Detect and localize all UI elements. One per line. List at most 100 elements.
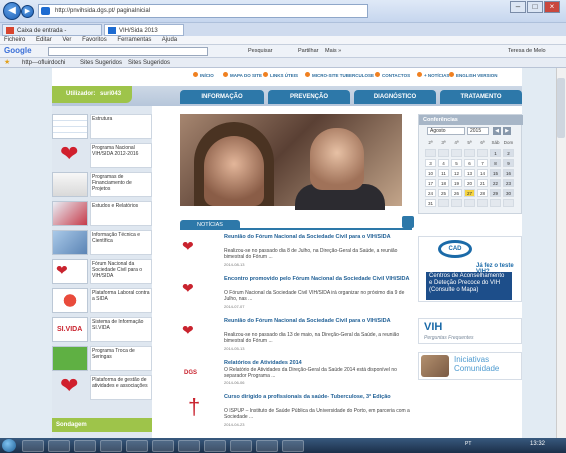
back-icon[interactable]: ◀: [3, 2, 21, 20]
taskbar-app-icon[interactable]: [178, 440, 200, 452]
calendar-day[interactable]: 31: [425, 199, 436, 207]
mais-button[interactable]: Mais »: [325, 48, 341, 54]
fav-link[interactable]: Sites Sugeridos: [128, 58, 170, 68]
link-mapa[interactable]: MAPA DO SITE: [222, 72, 262, 78]
left-item-troca-seringas[interactable]: Programa Troca de Seringas: [52, 346, 152, 371]
calendar-day[interactable]: 8: [490, 159, 501, 167]
month-select[interactable]: Agosto: [427, 127, 465, 135]
partilhar-button[interactable]: Partilhar: [298, 48, 318, 54]
calendar-day[interactable]: 21: [477, 179, 488, 187]
news-tab[interactable]: NOTÍCIAS: [180, 220, 240, 230]
fav-link[interactable]: Sites Sugeridos: [80, 58, 122, 68]
calendar-next-icon[interactable]: ▶: [503, 127, 511, 135]
left-item-financiamento[interactable]: Programas de Financiamento de Projetos: [52, 172, 152, 197]
year-select[interactable]: 2015: [467, 127, 489, 135]
calendar-day[interactable]: 29: [490, 189, 501, 197]
start-button-icon[interactable]: [2, 439, 16, 452]
news-title[interactable]: Reunião do Fórum Nacional da Sociedade C…: [224, 318, 416, 325]
calendar-day[interactable]: 7: [477, 159, 488, 167]
maximize-icon[interactable]: □: [527, 1, 543, 13]
calendar-day[interactable]: 27: [464, 189, 475, 197]
menu-item-ficheiro[interactable]: Ficheiro: [4, 37, 25, 43]
calendar-day[interactable]: 26: [451, 189, 462, 197]
calendar-day[interactable]: 25: [438, 189, 449, 197]
news-item[interactable]: ❤ Reunião do Fórum Nacional da Sociedade…: [180, 318, 416, 358]
tab-vih-sida[interactable]: VIH/Sida 2013: [104, 24, 184, 36]
link-tuberculose[interactable]: MICRO-SITE TUBERCULOSE: [304, 72, 374, 78]
left-item-sivida[interactable]: SI.VIDA Sistema de Informação SI.VIDA: [52, 317, 152, 342]
calendar-day[interactable]: 17: [425, 179, 436, 187]
cad-link[interactable]: Centros de Aconselhamento e Deteção Prec…: [426, 272, 512, 300]
taskbar-app-icon[interactable]: [126, 440, 148, 452]
calendar-day[interactable]: 12: [451, 169, 462, 177]
menu-item-favoritos[interactable]: Favoritos: [82, 37, 107, 43]
calendar-day[interactable]: 13: [464, 169, 475, 177]
nav-informacao[interactable]: INFORMAÇÃO: [180, 90, 264, 104]
taskbar-app-icon[interactable]: [152, 440, 174, 452]
forward-icon[interactable]: ▶: [21, 5, 34, 18]
favorites-star-icon[interactable]: ★: [4, 58, 10, 68]
scrollbar-thumb[interactable]: [557, 78, 565, 138]
calendar-day[interactable]: 23: [503, 179, 514, 187]
calendar-day[interactable]: 9: [503, 159, 514, 167]
google-user[interactable]: Teresa de Melo: [508, 48, 546, 54]
calendar-day[interactable]: 6: [464, 159, 475, 167]
calendar-day[interactable]: 11: [438, 169, 449, 177]
left-item-programa-nacional[interactable]: ❤ Programa Nacional VIH/SIDA 2012-2016: [52, 141, 152, 168]
tab-mail[interactable]: Caixa de entrada - teresa.melo...: [2, 24, 102, 46]
news-title[interactable]: Encontro promovido pelo Fórum Nacional d…: [224, 276, 416, 283]
left-item-estudos[interactable]: Estudos e Relatórios: [52, 201, 152, 226]
news-title[interactable]: Relatórios de Atividades 2014: [224, 360, 416, 367]
taskbar-app-icon[interactable]: [282, 440, 304, 452]
left-item-plataforma-laboral[interactable]: Plataforma Laboral contra a SIDA: [52, 288, 152, 313]
taskbar-app-icon[interactable]: [230, 440, 252, 452]
left-item-informacao-tecnica[interactable]: Informação Técnica e Científica: [52, 230, 152, 255]
fav-link[interactable]: http---ofluirdochi: [22, 58, 65, 68]
left-item-forum[interactable]: ❤ Fórum Nacional da Sociedade Civil para…: [52, 259, 152, 284]
calendar-day[interactable]: 24: [425, 189, 436, 197]
news-item[interactable]: ❤ Encontro promovido pelo Fórum Nacional…: [180, 276, 416, 316]
calendar-day[interactable]: 3: [425, 159, 436, 167]
calendar-day[interactable]: 2: [503, 149, 514, 157]
left-item-plataforma-gestao[interactable]: ❤ Plataforma de gestão de atividades e a…: [52, 373, 152, 400]
calendar-day[interactable]: 5: [451, 159, 462, 167]
taskbar-explorer-icon[interactable]: [48, 440, 70, 452]
menu-item-ferramentas[interactable]: Ferramentas: [117, 37, 151, 43]
calendar-prev-icon[interactable]: ◀: [493, 127, 501, 135]
minimize-icon[interactable]: –: [510, 1, 526, 13]
close-icon[interactable]: ×: [544, 1, 560, 13]
news-title[interactable]: Reunião do Fórum Nacional da Sociedade C…: [224, 234, 416, 241]
nav-diagnostico[interactable]: DIAGNÓSTICO: [354, 90, 436, 104]
calendar-day[interactable]: 16: [503, 169, 514, 177]
news-rss-icon[interactable]: [402, 216, 414, 228]
calendar-day[interactable]: 28: [477, 189, 488, 197]
calendar-day[interactable]: 10: [425, 169, 436, 177]
menu-item-editar[interactable]: Editar: [36, 37, 52, 43]
left-item-estrutura[interactable]: Estrutura: [52, 114, 152, 139]
nav-prevencao[interactable]: PREVENÇÃO: [268, 90, 350, 104]
taskbar-media-icon[interactable]: [74, 440, 96, 452]
news-item[interactable]: ❤ Reunião do Fórum Nacional da Sociedade…: [180, 234, 416, 274]
taskbar-app-icon[interactable]: [204, 440, 226, 452]
menu-item-ajuda[interactable]: Ajuda: [162, 37, 177, 43]
news-item[interactable]: † Curso dirigido a profissionais da saúd…: [180, 394, 416, 434]
link-links[interactable]: LINKS ÚTEIS: [262, 72, 298, 78]
taskbar-app-icon[interactable]: [100, 440, 122, 452]
taskbar-ie-icon[interactable]: [22, 440, 44, 452]
calendar-day[interactable]: 15: [490, 169, 501, 177]
clock[interactable]: 13:32: [530, 441, 545, 447]
link-inicio[interactable]: INÍCIO: [193, 72, 214, 78]
calendar-day[interactable]: 22: [490, 179, 501, 187]
calendar-day[interactable]: 18: [438, 179, 449, 187]
pesquisar-button[interactable]: Pesquisar: [248, 48, 272, 54]
language-indicator[interactable]: PT: [465, 441, 471, 447]
calendar-day[interactable]: 30: [503, 189, 514, 197]
calendar-day[interactable]: 20: [464, 179, 475, 187]
menu-item-ver[interactable]: Ver: [62, 37, 71, 43]
news-title[interactable]: Curso dirigido a profissionais da saúde-…: [224, 394, 416, 401]
calendar-day[interactable]: 4: [438, 159, 449, 167]
link-noticias[interactable]: + NOTÍCIAS: [416, 72, 449, 78]
calendar-day[interactable]: 19: [451, 179, 462, 187]
link-contactos[interactable]: CONTACTOS: [374, 72, 410, 78]
nav-tratamento[interactable]: TRATAMENTO: [440, 90, 522, 104]
